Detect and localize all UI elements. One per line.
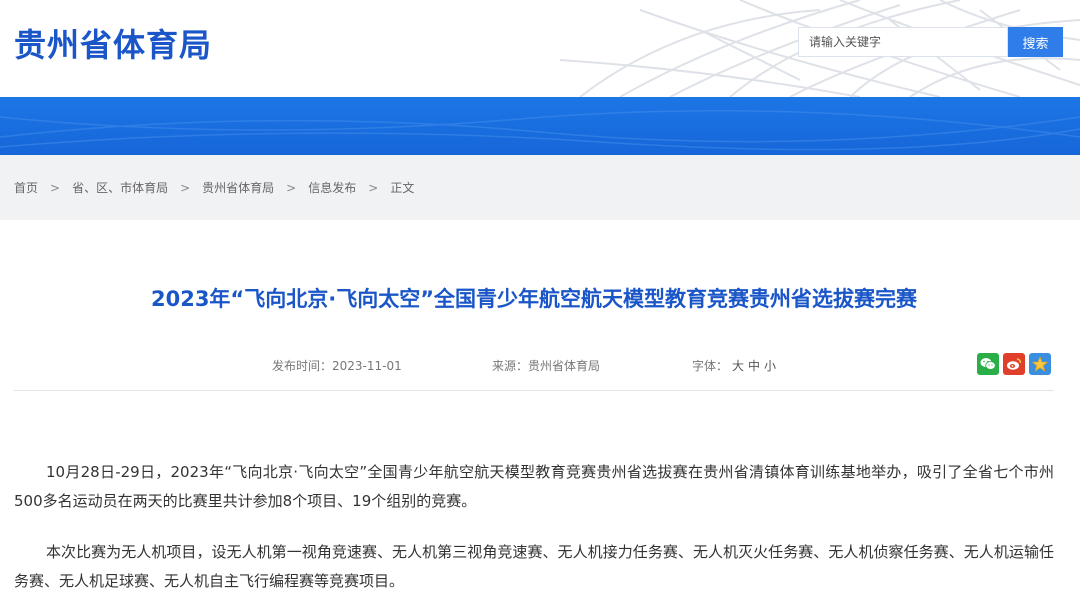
breadcrumb-bar: 首页 > 省、区、市体育局 > 贵州省体育局 > 信息发布 > 正文 [0, 155, 1080, 220]
font-size-switcher: 字体：大中小 [692, 357, 776, 374]
banner-wave-decoration [0, 110, 1080, 151]
font-size-large[interactable]: 大 [732, 359, 744, 373]
site-title[interactable]: 贵州省体育局 [14, 20, 212, 66]
breadcrumb-news[interactable]: 信息发布 [308, 179, 356, 196]
search-button[interactable]: 搜索 [1008, 27, 1063, 57]
banner [0, 97, 1080, 155]
article-paragraph-2: 本次比赛为无人机项目，设无人机第一视角竞速赛、无人机第三视角竞速赛、无人机接力任… [14, 543, 1054, 590]
breadcrumb: 首页 > 省、区、市体育局 > 贵州省体育局 > 信息发布 > 正文 [14, 179, 414, 196]
favorite-star-icon[interactable] [1029, 353, 1051, 375]
breadcrumb-home[interactable]: 首页 [14, 179, 38, 196]
breadcrumb-provincial-bureaus[interactable]: 省、区、市体育局 [72, 179, 168, 196]
font-size-medium[interactable]: 中 [748, 359, 760, 373]
font-size-small[interactable]: 小 [764, 359, 776, 373]
source-label: 来源： [492, 359, 529, 373]
share-bar [977, 353, 1051, 375]
breadcrumb-separator: > [368, 180, 379, 195]
font-label: 字体： [692, 359, 729, 373]
breadcrumb-separator: > [180, 180, 191, 195]
article-title: 2023年“飞向北京·飞向太空”全国青少年航空航天模型教育竞赛贵州省选拔赛完赛 [150, 287, 918, 311]
publish-date: 发布时间：2023-11-01 [272, 357, 402, 374]
publish-date-value: 2023-11-01 [332, 359, 402, 373]
wechat-icon[interactable] [977, 353, 999, 375]
weibo-icon[interactable] [1003, 353, 1025, 375]
breadcrumb-current: 正文 [390, 181, 415, 195]
article-source: 来源：贵州省体育局 [492, 357, 600, 374]
meta-divider [14, 390, 1054, 391]
search-input[interactable] [798, 27, 1008, 57]
source-value: 贵州省体育局 [528, 359, 601, 373]
breadcrumb-guizhou-bureau[interactable]: 贵州省体育局 [202, 179, 274, 196]
breadcrumb-separator: > [286, 180, 297, 195]
article-paragraph-1: 10月28日-29日，2023年“飞向北京·飞向太空”全国青少年航空航天模型教育… [14, 463, 1054, 510]
site-header: 贵州省体育局 搜索 [0, 0, 1080, 97]
publish-label: 发布时间： [272, 359, 333, 373]
breadcrumb-separator: > [50, 180, 61, 195]
